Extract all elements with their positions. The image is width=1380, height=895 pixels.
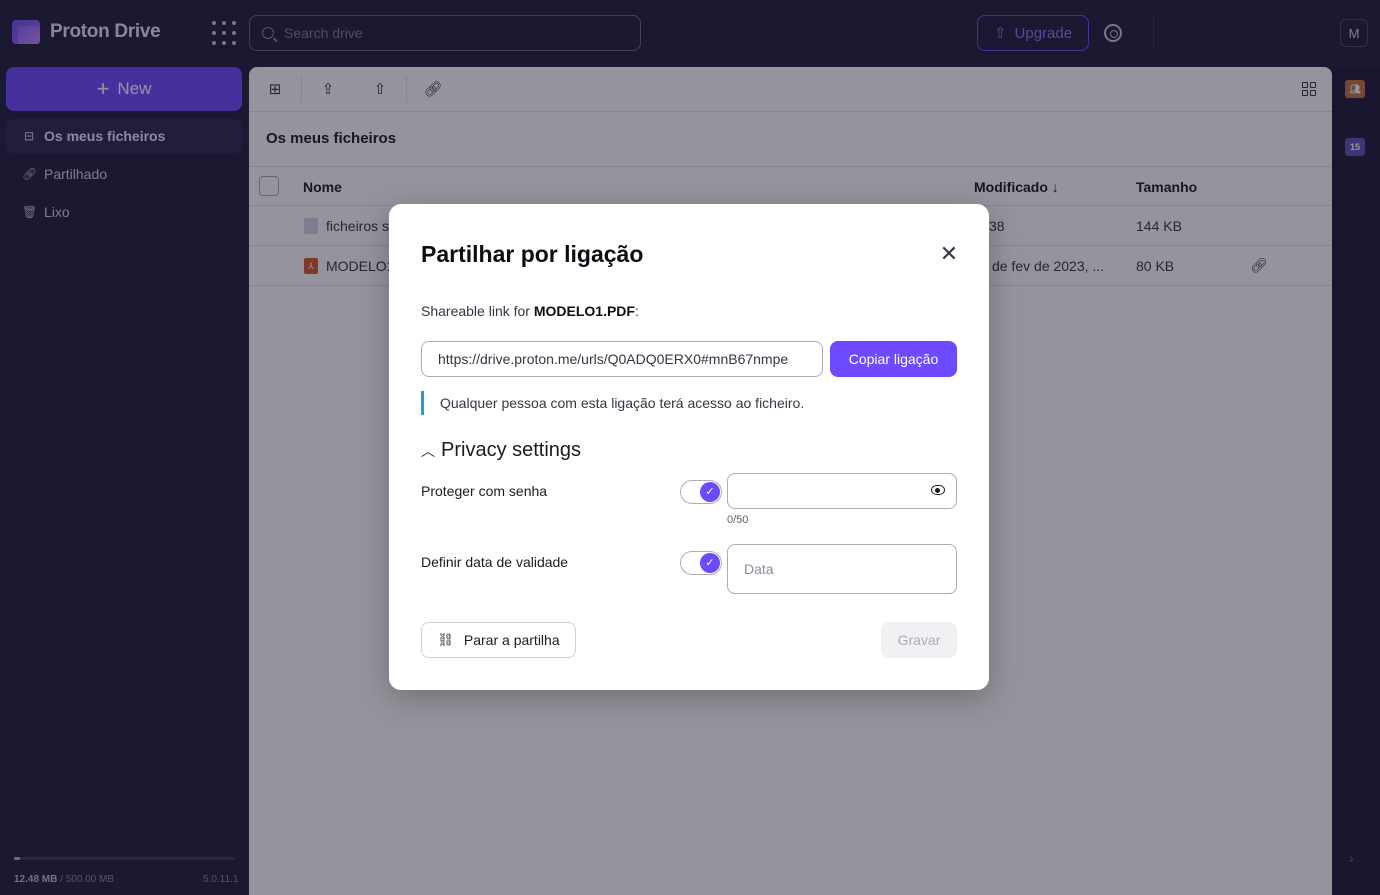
password-toggle[interactable]: ✓ bbox=[680, 480, 722, 504]
share-prefix: Shareable link for bbox=[421, 303, 534, 319]
stop-sharing-button[interactable]: ⛓︎ Parar a partilha bbox=[421, 622, 576, 658]
share-link-modal: Partilhar por ligação ✕ Shareable link f… bbox=[389, 204, 989, 690]
copy-link-button[interactable]: Copiar ligação bbox=[830, 341, 957, 377]
save-button[interactable]: Gravar bbox=[881, 622, 957, 658]
shareable-link-text: Shareable link for MODELO1.PDF: bbox=[421, 303, 639, 319]
privacy-settings-toggle[interactable]: ︿ Privacy settings bbox=[421, 439, 581, 462]
expiry-toggle[interactable]: ✓ bbox=[680, 551, 722, 575]
privacy-heading: Privacy settings bbox=[441, 439, 582, 461]
modal-title: Partilhar por ligação bbox=[421, 241, 644, 267]
password-label: Proteger com senha bbox=[421, 483, 548, 499]
eye-icon[interactable] bbox=[931, 485, 945, 495]
share-link-field[interactable]: https://drive.proton.me/urls/Q0ADQ0ERX0#… bbox=[421, 341, 823, 377]
chevron-up-icon: ︿ bbox=[421, 442, 435, 459]
expiry-label: Definir data de validade bbox=[421, 554, 569, 570]
stop-sharing-label: Parar a partilha bbox=[463, 632, 560, 648]
date-field[interactable]: Data bbox=[727, 544, 957, 594]
access-notice: Qualquer pessoa com esta ligação terá ac… bbox=[421, 391, 804, 415]
password-counter: 0/50 bbox=[727, 514, 749, 526]
share-suffix: : bbox=[634, 303, 639, 319]
shared-file-name: MODELO1.PDF bbox=[533, 303, 635, 319]
close-icon[interactable]: ✕ bbox=[937, 242, 961, 266]
link-broken-icon: ⛓︎ bbox=[437, 632, 454, 647]
password-field[interactable] bbox=[727, 473, 957, 509]
check-icon: ✓ bbox=[700, 482, 720, 502]
check-icon: ✓ bbox=[700, 553, 720, 573]
